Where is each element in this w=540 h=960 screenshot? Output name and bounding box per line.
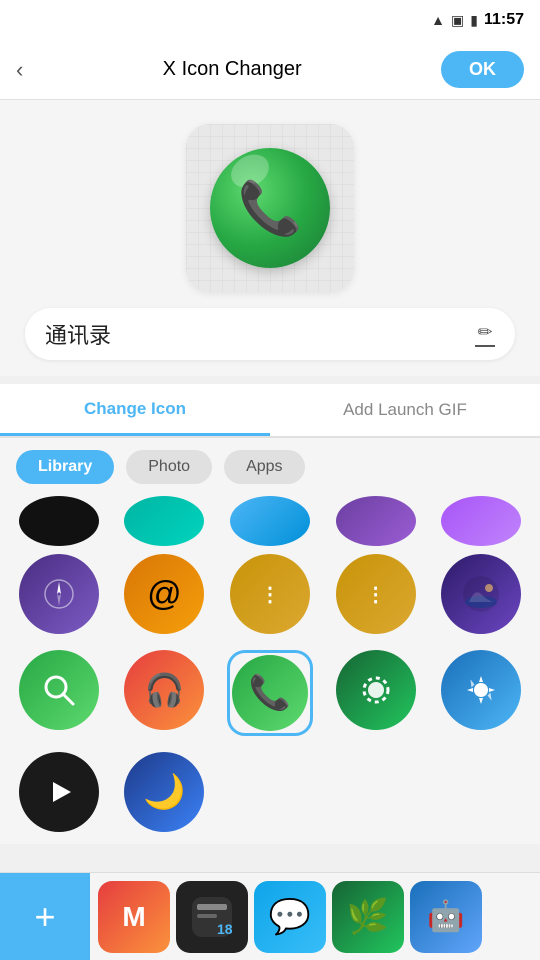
- icon-grid-row4: 🌙: [0, 748, 540, 844]
- selected-icon-wrapper[interactable]: 📞: [227, 650, 313, 736]
- list-item[interactable]: 🌙: [124, 752, 204, 832]
- status-time: 11:57: [484, 11, 524, 29]
- list-item[interactable]: [441, 554, 521, 634]
- dock-app-4[interactable]: 🌿: [332, 881, 404, 953]
- landscape-icon: [461, 574, 501, 614]
- app-name-label: 通讯录: [45, 318, 111, 350]
- moon-icon: 🌙: [143, 772, 185, 812]
- play-icon: [39, 772, 79, 812]
- dots2-icon: ⋮: [366, 582, 386, 607]
- dock-app-3[interactable]: 💬: [254, 881, 326, 953]
- bottom-dock: + M 18 💬 🌿 🤖: [0, 872, 540, 960]
- list-item[interactable]: [124, 496, 204, 546]
- tabs-row: Change Icon Add Launch GIF: [0, 384, 540, 438]
- wifi-icon: ▲: [431, 12, 445, 28]
- list-item[interactable]: [336, 496, 416, 546]
- preview-area: 📞 通讯录 ✏: [0, 100, 540, 376]
- status-bar: ▲ ▣ ▮ 11:57: [0, 0, 540, 40]
- dock-board-icon: 18: [187, 892, 237, 942]
- partial-icon-row: [0, 496, 540, 550]
- filter-library[interactable]: Library: [16, 450, 114, 484]
- battery-icon: ▮: [470, 12, 478, 29]
- sim-icon: ▣: [451, 12, 464, 29]
- ok-button[interactable]: OK: [441, 51, 524, 88]
- main-app-icon[interactable]: 📞: [210, 148, 330, 268]
- filter-row: Library Photo Apps: [0, 438, 540, 496]
- list-item[interactable]: [230, 496, 310, 546]
- filter-photo[interactable]: Photo: [126, 450, 212, 484]
- pencil-underline: [475, 345, 495, 347]
- dock-chat-icon: 💬: [269, 897, 311, 937]
- gear-blue-icon: [461, 670, 501, 710]
- dock-app-1[interactable]: M: [98, 881, 170, 953]
- app-name-row: 通讯录 ✏: [25, 308, 515, 360]
- search-green-icon: [39, 670, 79, 710]
- svg-text:18: 18: [217, 921, 233, 937]
- compass-icon: [39, 574, 79, 614]
- tab-add-launch-gif[interactable]: Add Launch GIF: [270, 384, 540, 436]
- list-item[interactable]: @: [124, 554, 204, 634]
- list-item[interactable]: ⋮: [230, 554, 310, 634]
- headphone-icon: 🎧: [144, 671, 184, 709]
- top-bar: ‹ X Icon Changer OK: [0, 40, 540, 100]
- dock-m-icon: M: [122, 901, 145, 933]
- list-item[interactable]: [19, 752, 99, 832]
- dock-apps: M 18 💬 🌿 🤖: [90, 881, 540, 953]
- list-item[interactable]: [19, 650, 99, 730]
- icon-grid-row2: @ ⋮ ⋮: [0, 550, 540, 646]
- phone-selected-icon: 📞: [249, 673, 291, 713]
- dock-robot-icon: 🤖: [427, 899, 464, 934]
- settings-green-icon: [356, 670, 396, 710]
- dock-app-2[interactable]: 18: [176, 881, 248, 953]
- icon-grid-row3: 🎧 📞: [0, 646, 540, 748]
- list-item[interactable]: [19, 496, 99, 546]
- list-item[interactable]: 🎧: [124, 650, 204, 730]
- at-icon: @: [147, 575, 182, 614]
- list-item[interactable]: ⋮: [336, 554, 416, 634]
- page-title: X Icon Changer: [163, 58, 302, 81]
- dock-add-button[interactable]: +: [0, 873, 90, 960]
- pencil-icon: ✏: [477, 322, 492, 343]
- icon-frame: 📞: [186, 124, 354, 292]
- phone-icon: 📞: [238, 178, 303, 239]
- list-item: 📞: [232, 655, 308, 731]
- dock-leaf-icon: 🌿: [347, 897, 389, 937]
- list-item[interactable]: [441, 496, 521, 546]
- list-item[interactable]: [336, 650, 416, 730]
- back-button[interactable]: ‹: [16, 57, 23, 83]
- tab-change-icon[interactable]: Change Icon: [0, 384, 270, 436]
- list-item[interactable]: [19, 554, 99, 634]
- dots-icon: ⋮: [260, 582, 280, 607]
- edit-name-button[interactable]: ✏: [475, 322, 495, 347]
- list-item[interactable]: [441, 650, 521, 730]
- filter-apps[interactable]: Apps: [224, 450, 304, 484]
- dock-app-5[interactable]: 🤖: [410, 881, 482, 953]
